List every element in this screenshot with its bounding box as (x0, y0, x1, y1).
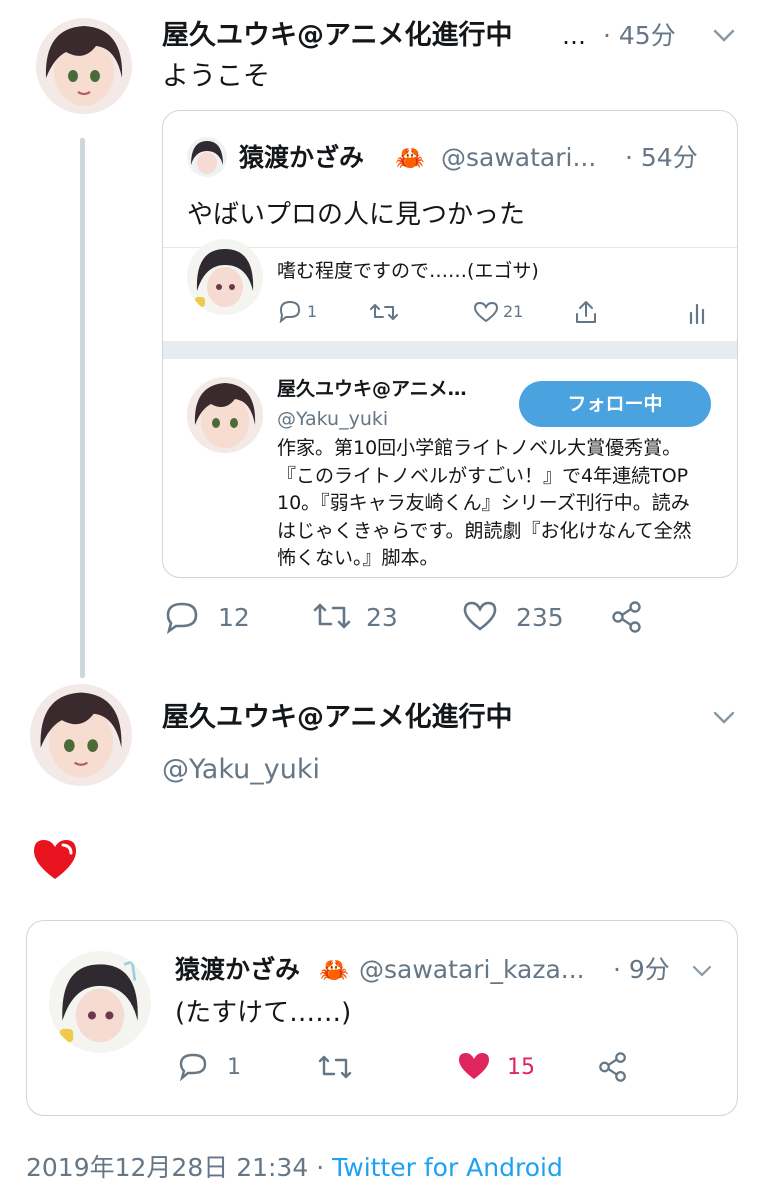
avatar[interactable] (36, 18, 132, 114)
reply-count: 1 (227, 1055, 241, 1080)
quoted-author-name: 猿渡かざみ (239, 143, 365, 172)
avatar[interactable] (30, 684, 132, 786)
tweet-time[interactable]: · 45分 (603, 18, 676, 54)
author-name[interactable]: 屋久ユウキ@アニメ化進行中 (162, 700, 512, 736)
avatar (187, 377, 263, 453)
retweet-count: 23 (366, 603, 398, 632)
reply-icon[interactable] (177, 1051, 209, 1081)
chevron-down-icon[interactable] (712, 28, 736, 48)
quoted-author-name: 猿渡かざみ (175, 955, 301, 984)
separator: · (316, 1153, 325, 1182)
tweet-metadata: 2019年12月28日 21:34 · Twitter for Android (26, 1150, 563, 1186)
profile-bio: 作家。第10回小学館ライトノベル大賞優秀賞。『このライトノベルがすごい！』で4年… (277, 437, 692, 569)
like-count: 21 (503, 302, 524, 321)
client-link[interactable]: Twitter for Android (332, 1153, 563, 1182)
crab-icon: 🦀 (395, 144, 425, 172)
share-icon[interactable] (610, 600, 644, 634)
reply-count: 1 (307, 302, 318, 321)
like-count: 15 (507, 1055, 535, 1080)
quoted-text: (たすけて……) (175, 998, 352, 1028)
quoted-tweet[interactable]: 猿渡かざみ 🦀 @sawatari_kaza... · 9分 (たすけて……) … (26, 920, 738, 1116)
author-handle[interactable]: @Yaku_yuki (162, 752, 320, 788)
reply-count: 12 (218, 603, 250, 632)
quoted-handle: @sawatari... (441, 143, 597, 172)
chevron-down-icon[interactable] (712, 710, 736, 730)
liked-heart-icon[interactable] (457, 1051, 491, 1081)
name-ellipsis: … (562, 22, 586, 50)
tweet-timestamp[interactable]: 2019年12月28日 21:34 (26, 1153, 308, 1182)
embedded-reply-text: 嗜む程度ですので……(エゴサ) (277, 260, 539, 282)
avatar (187, 239, 263, 315)
author-name[interactable]: 屋久ユウキ@アニメ化進行中 (162, 18, 512, 54)
avatar (187, 137, 227, 177)
share-icon[interactable] (597, 1051, 629, 1083)
retweet-icon[interactable] (312, 600, 352, 632)
avatar (49, 951, 151, 1053)
profile-handle: @Yaku_yuki (277, 408, 389, 430)
retweet-icon[interactable] (317, 1053, 353, 1081)
like-icon[interactable] (473, 301, 499, 323)
following-button[interactable]: フォロー中 (519, 381, 711, 427)
share-icon[interactable] (573, 299, 599, 325)
quoted-text: やばいプロの人に見つかった (187, 200, 526, 230)
red-heart-icon (30, 836, 80, 886)
crab-icon: 🦀 (319, 956, 349, 984)
thread-line (80, 138, 85, 678)
quoted-time: · 9分 (613, 955, 670, 984)
profile-name: 屋久ユウキ@アニメ… (277, 378, 467, 400)
like-count: 235 (516, 603, 564, 632)
quoted-tweet[interactable]: 猿渡かざみ 🦀 @sawatari... · 54分 やばいプロの人に見つかった… (162, 110, 738, 578)
like-icon[interactable] (462, 600, 498, 632)
quoted-handle: @sawatari_kaza... (359, 955, 585, 984)
tweet-text: ようこそ (162, 61, 270, 92)
retweet-icon[interactable] (369, 301, 399, 323)
analytics-icon[interactable] (687, 301, 707, 325)
chevron-down-icon[interactable] (691, 963, 713, 982)
reply-icon[interactable] (164, 600, 200, 634)
divider (163, 341, 737, 359)
reply-icon[interactable] (277, 299, 303, 323)
quoted-time: · 54分 (625, 143, 698, 172)
